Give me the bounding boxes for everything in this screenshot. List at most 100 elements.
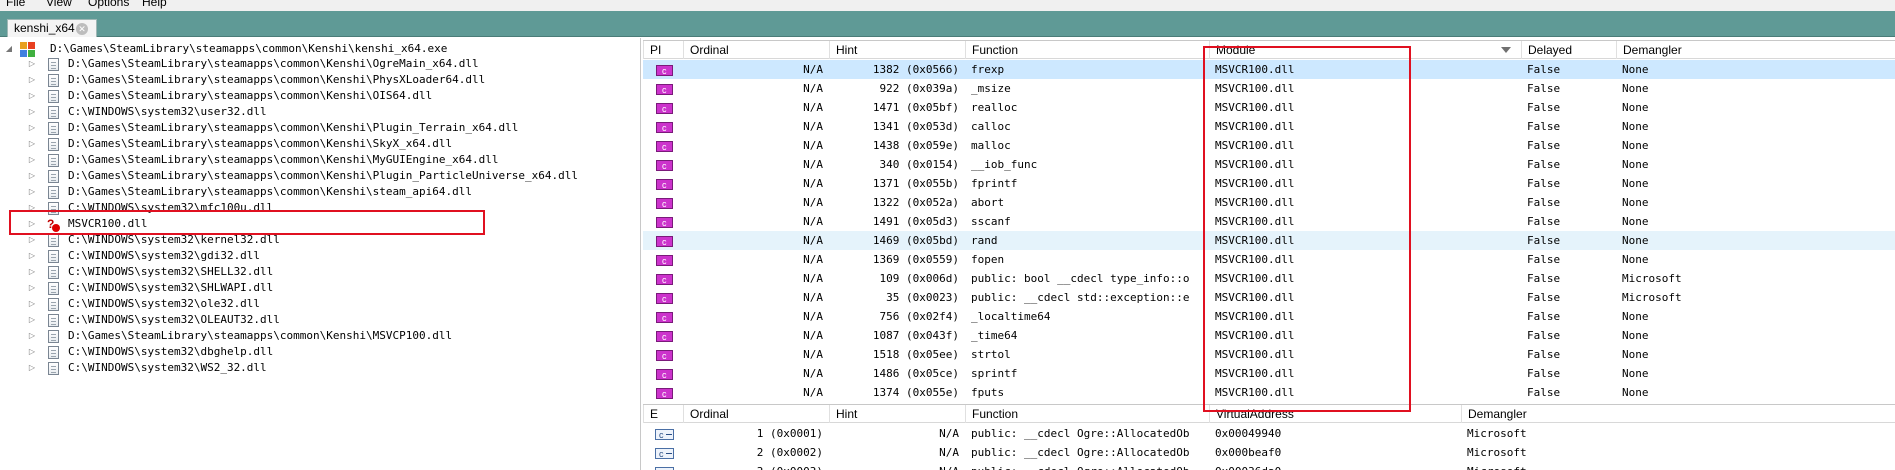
table-row[interactable]: N/A 1471 (0x05bf) realloc MSVCR100.dll False…: [643, 98, 1895, 119]
expand-icon[interactable]: ▷: [27, 280, 37, 296]
expand-icon[interactable]: ▷: [27, 168, 37, 184]
tree-item[interactable]: ▷ D:\Games\SteamLibrary\steamapps\common\…: [0, 168, 641, 184]
tree-item[interactable]: ▷ C:\WINDOWS\system32\OLEAUT32.dll: [0, 312, 641, 328]
sort-descending-icon[interactable]: [1501, 47, 1511, 53]
tree-item[interactable]: ▷ D:\Games\SteamLibrary\steamapps\common\…: [0, 184, 641, 200]
column-header-function[interactable]: Function: [965, 41, 1209, 59]
menu-item-help[interactable]: Help: [142, 0, 167, 9]
cell-module: MSVCR100.dll: [1215, 196, 1295, 209]
table-row[interactable]: N/A 1438 (0x059e) malloc MSVCR100.dll False N…: [643, 136, 1895, 157]
cell-ordinal: 1 (0x0001): [756, 427, 823, 440]
module-tree[interactable]: ◢ D:\Games\SteamLibrary\steamapps\common…: [0, 38, 641, 470]
cell-delayed: False: [1527, 196, 1561, 209]
table-row[interactable]: N/A 1491 (0x05d3) sscanf MSVCR100.dll False N…: [643, 212, 1895, 233]
tree-item[interactable]: ▷ D:\Games\SteamLibrary\steamapps\common\…: [0, 328, 641, 344]
tree-item[interactable]: ▷ D:\Games\SteamLibrary\steamapps\common\…: [0, 136, 641, 152]
cell-demangler: None: [1622, 215, 1649, 228]
export-column-header-demangler[interactable]: Demangler: [1461, 405, 1895, 423]
expand-icon[interactable]: ▷: [27, 232, 37, 248]
expand-icon[interactable]: ▷: [27, 184, 37, 200]
expand-icon[interactable]: ▷: [27, 104, 37, 120]
export-column-header-e[interactable]: E: [643, 405, 683, 423]
expand-icon[interactable]: ▷: [27, 360, 37, 376]
table-row[interactable]: N/A 1087 (0x043f) _time64 MSVCR100.dll False…: [643, 326, 1895, 347]
table-row[interactable]: N/A 340 (0x0154) __iob_func MSVCR100.dll Fal…: [643, 155, 1895, 176]
table-row[interactable]: N/A 1369 (0x0559) fopen MSVCR100.dll False No…: [643, 250, 1895, 271]
tree-item[interactable]: ▷ C:\WINDOWS\system32\WS2_32.dll: [0, 360, 641, 376]
expand-icon[interactable]: ▷: [27, 216, 37, 232]
column-header-demangler[interactable]: Demangler: [1616, 41, 1895, 59]
export-column-header-hint[interactable]: Hint: [829, 405, 965, 423]
tree-item[interactable]: ▷ C:\WINDOWS\system32\SHELL32.dll: [0, 264, 641, 280]
table-row[interactable]: N/A 1374 (0x055e) fputs MSVCR100.dll False No…: [643, 383, 1895, 400]
expand-icon[interactable]: ▷: [27, 344, 37, 360]
tab-kenshi-x64[interactable]: kenshi_x64 ✕: [7, 19, 97, 37]
table-row[interactable]: 2 (0x0002) N/A public: __cdecl Ogre::Alloc…: [643, 443, 1895, 464]
expand-icon[interactable]: ▷: [27, 264, 37, 280]
table-row[interactable]: 1 (0x0001) N/A public: __cdecl Ogre::Alloc…: [643, 424, 1895, 445]
table-row[interactable]: N/A 109 (0x006d) public: bool __cdecl type…: [643, 269, 1895, 290]
column-header-ordinal[interactable]: Ordinal: [683, 41, 829, 59]
table-row[interactable]: N/A 1341 (0x053d) calloc MSVCR100.dll False N…: [643, 117, 1895, 138]
table-row[interactable]: 3 (0x0003) N/A public: __cdecl Ogre::Alloc…: [643, 462, 1895, 470]
expand-icon[interactable]: ▷: [27, 296, 37, 312]
export-column-header-virtualaddress[interactable]: VirtualAddress: [1209, 405, 1461, 423]
expand-icon[interactable]: ▷: [27, 120, 37, 136]
collapse-icon[interactable]: ◢: [4, 41, 14, 57]
table-row[interactable]: N/A 1486 (0x05ce) sprintf MSVCR100.dll False…: [643, 364, 1895, 385]
tree-item[interactable]: ▷ D:\Games\SteamLibrary\steamapps\common\…: [0, 152, 641, 168]
tree-item[interactable]: ▷ D:\Games\SteamLibrary\steamapps\common\…: [0, 88, 641, 104]
tree-item[interactable]: ▷? MSVCR100.dll: [0, 216, 641, 232]
imports-table[interactable]: PI Ordinal Hint Function Module Delayed Demang…: [643, 40, 1895, 400]
cell-delayed: False: [1527, 253, 1561, 266]
table-row[interactable]: N/A 1371 (0x055b) fprintf MSVCR100.dll False…: [643, 174, 1895, 195]
close-icon[interactable]: ✕: [76, 23, 88, 35]
column-header-pi[interactable]: PI: [643, 41, 683, 59]
tree-item[interactable]: ▷ D:\Games\SteamLibrary\steamapps\common\…: [0, 120, 641, 136]
table-row[interactable]: N/A 756 (0x02f4) _localtime64 MSVCR100.dll F…: [643, 307, 1895, 328]
table-row[interactable]: N/A 1382 (0x0566) frexp MSVCR100.dll False No…: [643, 60, 1895, 81]
tree-item[interactable]: ▷ C:\WINDOWS\system32\SHLWAPI.dll: [0, 280, 641, 296]
cell-ordinal: N/A: [803, 120, 823, 133]
table-row[interactable]: N/A 922 (0x039a) _msize MSVCR100.dll False No…: [643, 79, 1895, 100]
tree-item[interactable]: ▷ C:\WINDOWS\system32\ole32.dll: [0, 296, 641, 312]
cell-ordinal: N/A: [803, 177, 823, 190]
cell-module: MSVCR100.dll: [1215, 139, 1295, 152]
expand-icon[interactable]: ▷: [27, 56, 37, 72]
expand-icon[interactable]: ▷: [27, 328, 37, 344]
table-row[interactable]: N/A 1469 (0x05bd) rand MSVCR100.dll False Non…: [643, 231, 1895, 252]
column-header-delayed[interactable]: Delayed: [1521, 41, 1616, 59]
expand-icon[interactable]: ▷: [27, 72, 37, 88]
export-column-header-function[interactable]: Function: [965, 405, 1209, 423]
expand-icon[interactable]: ▷: [27, 152, 37, 168]
expand-icon[interactable]: ▷: [27, 88, 37, 104]
expand-icon[interactable]: ▷: [27, 248, 37, 264]
menu-item-options[interactable]: Options: [88, 0, 129, 9]
menu-item-view[interactable]: View: [46, 0, 72, 9]
table-row[interactable]: N/A 1322 (0x052a) abort MSVCR100.dll False No…: [643, 193, 1895, 214]
tree-item-label: C:\WINDOWS\system32\SHLWAPI.dll: [68, 281, 274, 294]
menu-item-file[interactable]: File: [6, 0, 25, 9]
table-row[interactable]: N/A 35 (0x0023) public: __cdecl std::excep…: [643, 288, 1895, 309]
column-header-label: Hint: [836, 43, 858, 57]
tree-root[interactable]: ◢ D:\Games\SteamLibrary\steamapps\common…: [0, 41, 641, 57]
cell-hint: 922 (0x039a): [879, 82, 959, 95]
expand-icon[interactable]: ▷: [27, 136, 37, 152]
expand-icon[interactable]: ▷: [27, 200, 37, 216]
tree-item[interactable]: ▷ C:\WINDOWS\system32\mfc100u.dll: [0, 200, 641, 216]
expand-icon[interactable]: ▷: [27, 312, 37, 328]
tree-item[interactable]: ▷ D:\Games\SteamLibrary\steamapps\common\…: [0, 72, 641, 88]
exports-table[interactable]: E Ordinal Hint Function VirtualAddress Demang…: [643, 404, 1895, 470]
table-row[interactable]: N/A 1518 (0x05ee) strtol MSVCR100.dll False N…: [643, 345, 1895, 366]
tree-item[interactable]: ▷ C:\WINDOWS\system32\kernel32.dll: [0, 232, 641, 248]
export-column-header-ordinal[interactable]: Ordinal: [683, 405, 829, 423]
column-header-module[interactable]: Module: [1209, 41, 1521, 59]
tree-item[interactable]: ▷ C:\WINDOWS\system32\user32.dll: [0, 104, 641, 120]
tree-item-label: D:\Games\SteamLibrary\steamapps\common\K…: [68, 185, 472, 198]
cell-function: frexp: [971, 63, 1005, 76]
cell-demangler: None: [1622, 253, 1649, 266]
tree-item[interactable]: ▷ D:\Games\SteamLibrary\steamapps\common\…: [0, 56, 641, 72]
column-header-hint[interactable]: Hint: [829, 41, 965, 59]
tree-item[interactable]: ▷ C:\WINDOWS\system32\dbghelp.dll: [0, 344, 641, 360]
tree-item[interactable]: ▷ C:\WINDOWS\system32\gdi32.dll: [0, 248, 641, 264]
